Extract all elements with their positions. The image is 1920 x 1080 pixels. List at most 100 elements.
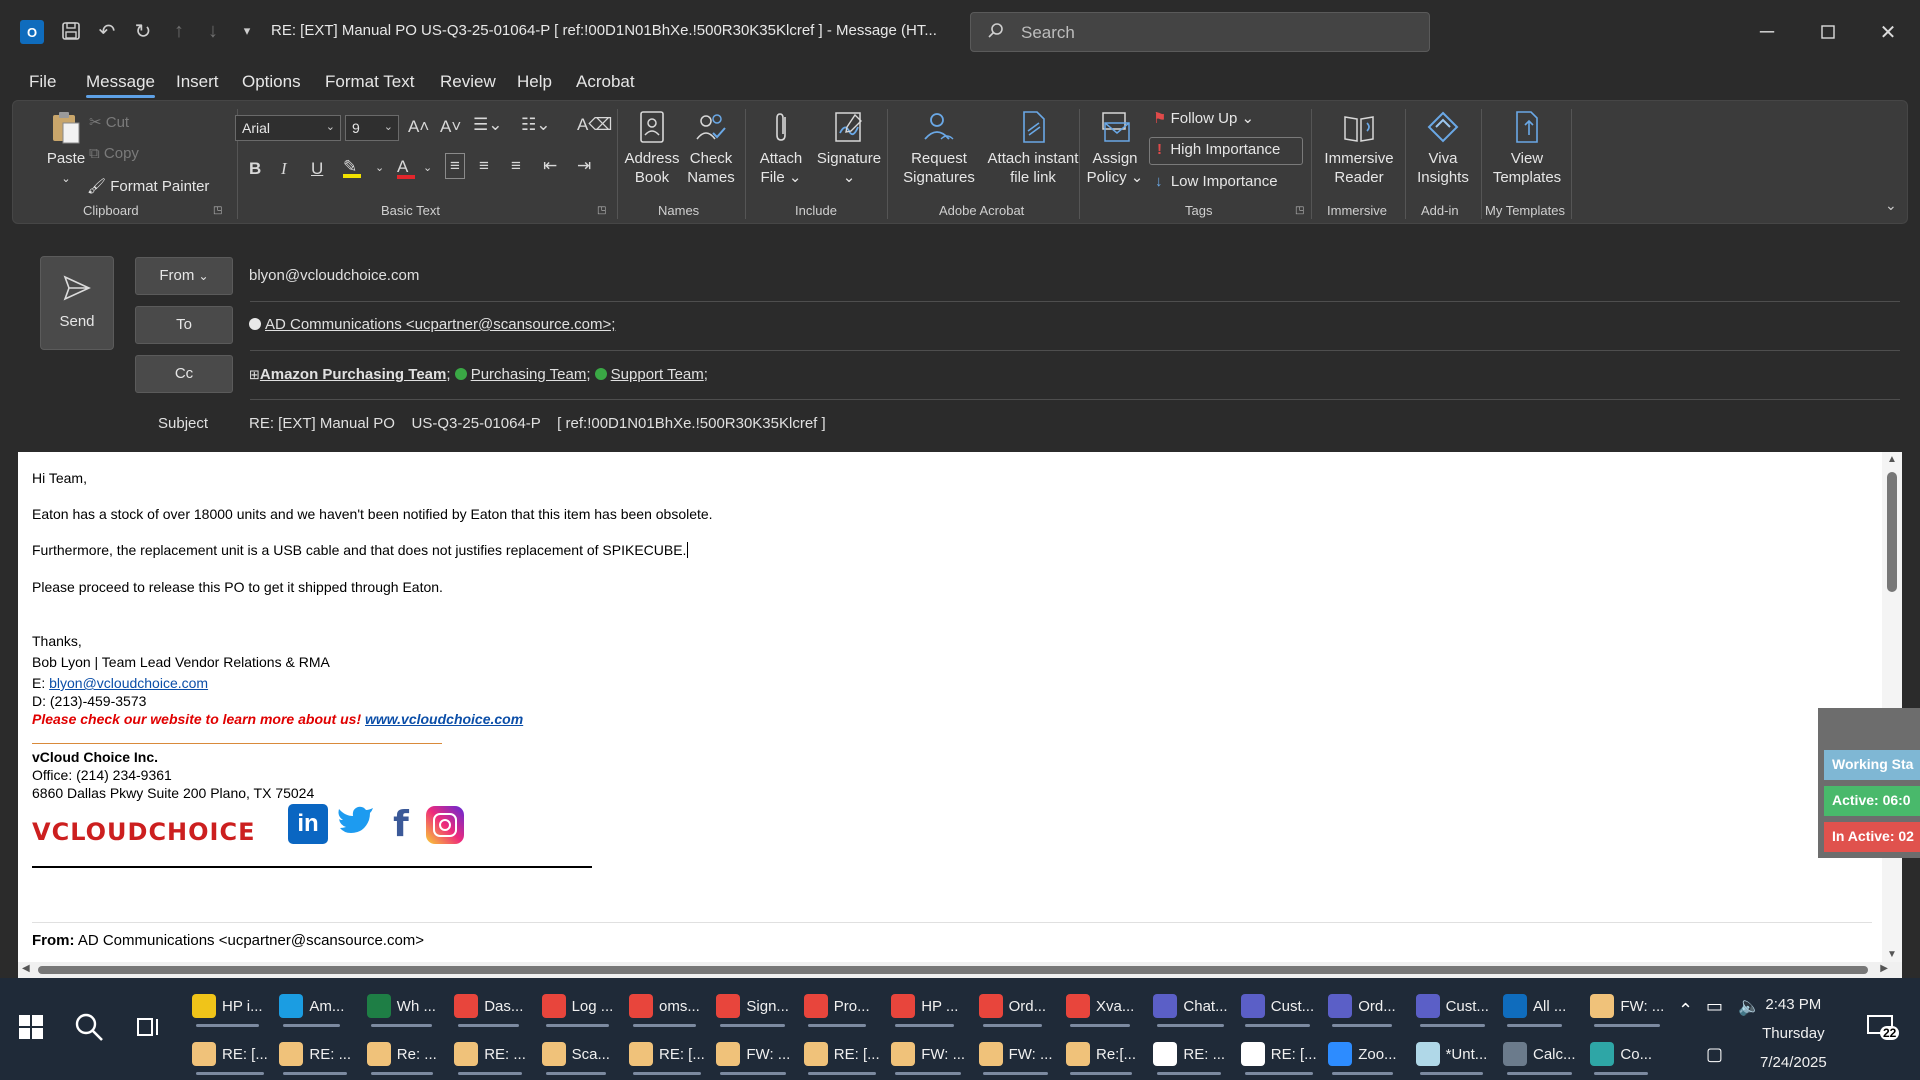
from-button[interactable]: From ⌄ [135, 257, 233, 295]
instagram-icon[interactable] [426, 806, 464, 844]
follow-up-button[interactable]: ⚑ Follow Up ⌄ [1153, 109, 1254, 127]
taskbar-item-row2-9[interactable]: FW: ... [891, 1032, 965, 1076]
taskbar-item-row1-4[interactable]: Das... [454, 984, 523, 1028]
taskbar-item-row2-2[interactable]: RE: ... [279, 1032, 351, 1076]
message-body[interactable]: Hi Team, Eaton has a stock of over 18000… [18, 452, 1902, 962]
volume-icon[interactable]: 🔈 [1738, 996, 1760, 1017]
cc-recipient-support[interactable]: Support Team [611, 366, 704, 383]
taskbar-item-row2-10[interactable]: FW: ... [978, 1032, 1052, 1076]
ribbon-collapse-icon[interactable]: ⌄ [1885, 197, 1897, 214]
underline-icon[interactable]: U [311, 159, 323, 179]
tab-message[interactable]: Message [86, 72, 155, 98]
cut-button[interactable]: ✂ Cut [89, 113, 129, 131]
tags-launcher-icon[interactable]: ◳ [1295, 205, 1304, 216]
facebook-icon[interactable]: f [386, 804, 416, 845]
taskbar-item-row1-3[interactable]: Wh ... [366, 984, 436, 1028]
tab-options[interactable]: Options [242, 72, 301, 92]
numbering-icon[interactable]: ☷⌄ [521, 115, 550, 135]
previous-item-icon[interactable]: ↑ [166, 18, 192, 44]
tab-file[interactable]: File [29, 72, 56, 92]
customize-toolbar-icon[interactable]: ▾ [234, 18, 260, 44]
decrease-indent-icon[interactable]: ⇤ [543, 156, 557, 176]
taskbar-item-row2-6[interactable]: RE: [... [629, 1032, 705, 1076]
cc-recipient-amazon-purchasing[interactable]: Amazon Purchasing Team [260, 366, 446, 383]
taskbar-item-row2-15[interactable]: *Unt... [1415, 1032, 1487, 1076]
to-field[interactable]: AD Communications <ucpartner@scansource.… [249, 316, 615, 333]
align-center-icon[interactable]: ≡ [479, 156, 489, 176]
grow-font-icon[interactable]: A˄ [408, 117, 429, 137]
horizontal-scrollbar[interactable]: ◀ ▶ [18, 962, 1902, 978]
font-name-select[interactable]: Arial ⌄ [235, 115, 341, 141]
scroll-up-icon[interactable]: ▲ [1887, 454, 1897, 465]
taskbar-item-row1-13[interactable]: Cust... [1240, 984, 1314, 1028]
send-button[interactable]: Send [40, 256, 114, 350]
tab-insert[interactable]: Insert [176, 72, 219, 92]
maximize-button[interactable] [1808, 14, 1848, 50]
taskbar-item-row2-13[interactable]: RE: [... [1240, 1032, 1317, 1076]
taskbar-item-row1-14[interactable]: Ord... [1328, 984, 1396, 1028]
increase-indent-icon[interactable]: ⇥ [577, 156, 591, 176]
attach-instant-file-link-button[interactable]: Attach instant file link [973, 109, 1093, 187]
horizontal-scroll-thumb[interactable] [38, 966, 1868, 974]
scroll-down-icon[interactable]: ▼ [1887, 949, 1897, 960]
cc-field[interactable]: ⊞Amazon Purchasing Team; Purchasing Team… [249, 366, 708, 383]
to-recipient[interactable]: AD Communications <ucpartner@scansource.… [265, 316, 615, 333]
viva-insights-button[interactable]: Viva Insights [1411, 109, 1475, 187]
clipboard-launcher-icon[interactable]: ◳ [213, 205, 222, 216]
low-importance-button[interactable]: ↓ Low Importance [1155, 173, 1278, 190]
tab-format-text[interactable]: Format Text [325, 72, 414, 92]
taskbar-item-row2-12[interactable]: RE: ... [1153, 1032, 1225, 1076]
signature-button[interactable]: Signature ⌄ [813, 109, 885, 187]
basic-text-launcher-icon[interactable]: ◳ [597, 205, 606, 216]
taskbar-item-row2-16[interactable]: Calc... [1503, 1032, 1576, 1076]
taskbar-item-row2-11[interactable]: Re:[... [1066, 1032, 1136, 1076]
taskbar-item-row1-11[interactable]: Xva... [1066, 984, 1134, 1028]
bullets-icon[interactable]: ☰⌄ [473, 115, 502, 135]
scroll-left-icon[interactable]: ◀ [22, 963, 30, 974]
italic-icon[interactable]: I [281, 159, 287, 179]
taskbar-item-row1-6[interactable]: oms... [629, 984, 700, 1028]
address-book-button[interactable]: Address Book [623, 109, 681, 187]
taskbar-item-row1-15[interactable]: Cust... [1415, 984, 1489, 1028]
taskbar-item-row2-14[interactable]: Zoo... [1328, 1032, 1397, 1076]
vertical-scrollbar[interactable]: ▲ ▼ [1882, 452, 1902, 962]
taskbar-item-row2-5[interactable]: Sca... [541, 1032, 610, 1076]
taskbar-item-row1-9[interactable]: HP ... [891, 984, 958, 1028]
subject-input[interactable]: RE: [EXT] Manual PO US-Q3-25-01064-P [ r… [249, 415, 826, 432]
align-left-icon[interactable]: ≡ [445, 153, 465, 179]
windows-start-icon[interactable] [18, 1014, 44, 1040]
align-right-icon[interactable]: ≡ [511, 156, 521, 176]
close-button[interactable]: ✕ [1868, 14, 1908, 50]
vertical-scroll-thumb[interactable] [1887, 472, 1897, 592]
battery-icon[interactable]: ▭ [1706, 996, 1723, 1017]
font-color-icon[interactable]: A [397, 157, 415, 179]
assign-policy-button[interactable]: Assign Policy ⌄ [1085, 109, 1145, 187]
view-templates-button[interactable]: View Templates [1487, 109, 1567, 187]
task-view-icon[interactable] [136, 1014, 162, 1040]
to-button[interactable]: To [135, 306, 233, 344]
taskbar-item-row2-7[interactable]: FW: ... [716, 1032, 790, 1076]
notifications-button[interactable]: 22 [1866, 1014, 1900, 1044]
taskbar-item-row2-17[interactable]: Co... [1590, 1032, 1652, 1076]
signature-email-link[interactable]: blyon@vcloudchoice.com [49, 675, 208, 691]
undo-icon[interactable]: ↶ [94, 18, 120, 44]
save-icon[interactable] [58, 18, 84, 44]
twitter-icon[interactable] [336, 804, 376, 844]
copy-button[interactable]: ⧉ Copy [89, 145, 139, 162]
scroll-right-icon[interactable]: ▶ [1880, 963, 1888, 974]
taskbar-item-row2-1[interactable]: RE: [... [192, 1032, 268, 1076]
font-color-dropdown-icon[interactable]: ⌄ [423, 161, 432, 174]
shrink-font-icon[interactable]: A˅ [440, 117, 461, 137]
taskbar-item-row2-8[interactable]: RE: [... [803, 1032, 880, 1076]
redo-icon[interactable]: ↻ [130, 18, 156, 44]
taskbar-item-row1-17[interactable]: FW: ... [1590, 984, 1664, 1028]
high-importance-button[interactable]: ! High Importance [1157, 141, 1280, 158]
request-signatures-button[interactable]: Request Signatures [895, 109, 983, 187]
taskbar-item-row1-10[interactable]: Ord... [978, 984, 1046, 1028]
signature-website-link[interactable]: www.vcloudchoice.com [365, 711, 523, 727]
expand-group-icon[interactable]: ⊞ [249, 367, 260, 382]
format-painter-button[interactable]: 🖌 Format Painter [87, 177, 209, 195]
clear-formatting-icon[interactable]: A⌫ [577, 115, 612, 135]
taskbar-item-row1-12[interactable]: Chat... [1153, 984, 1228, 1028]
search-box[interactable]: Search [970, 12, 1430, 52]
